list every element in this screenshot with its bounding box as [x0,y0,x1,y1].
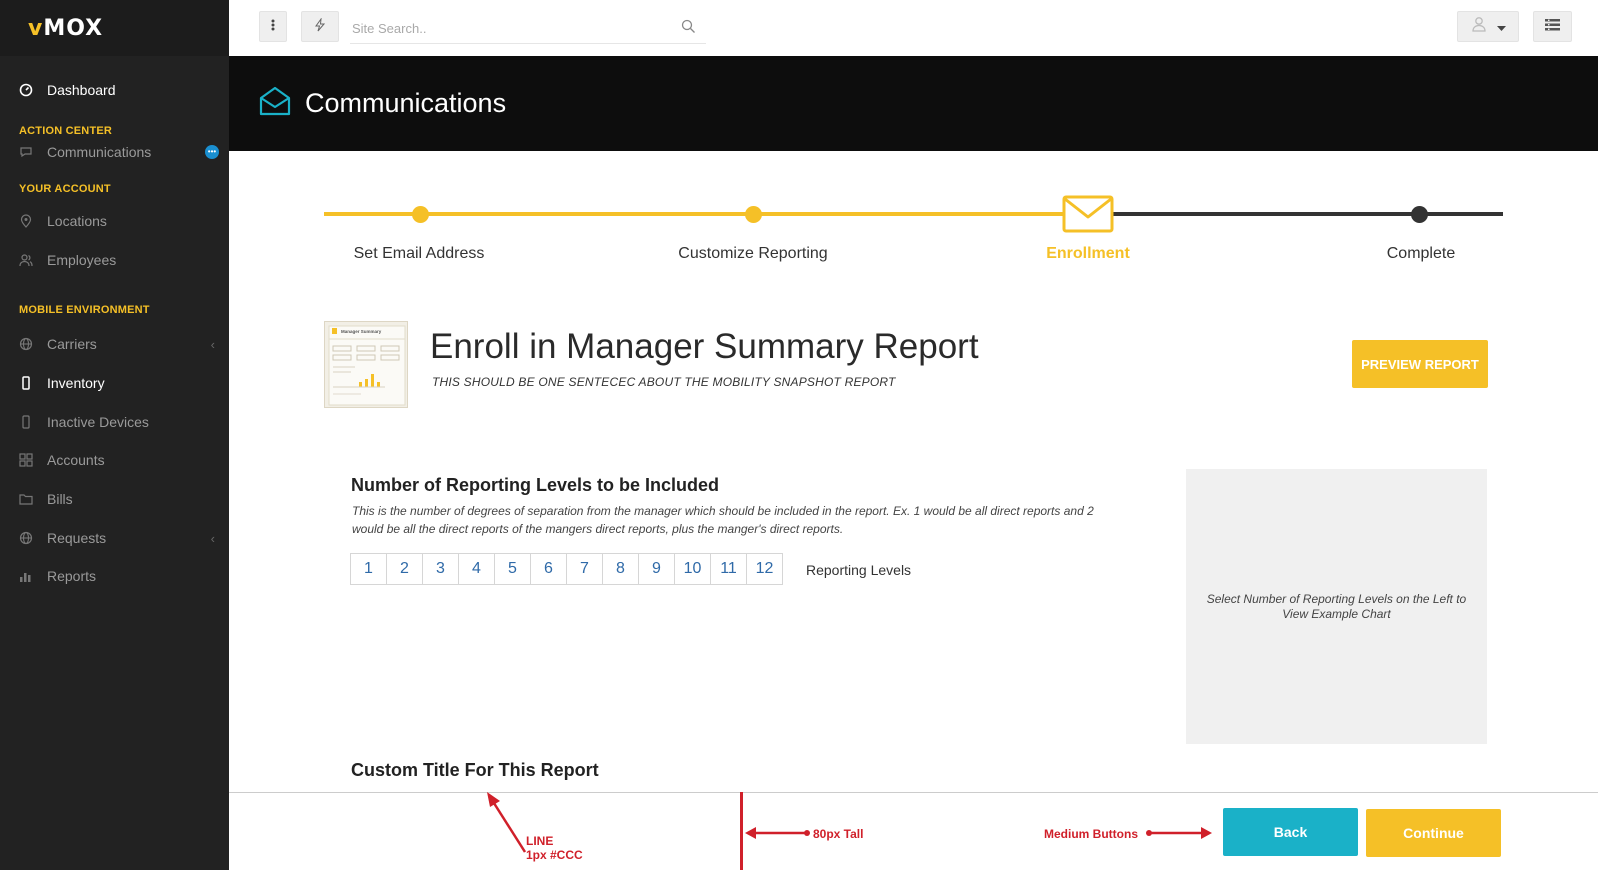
sidebar-item-inactive-devices[interactable]: Inactive Devices [0,410,229,434]
stepper-line-complete [324,212,1068,216]
sidebar-item-dashboard[interactable]: Dashboard [0,78,229,102]
report-thumbnail: Manager Summary [324,321,408,408]
panel-toggle-button[interactable] [1533,11,1572,42]
chevron-left-icon: ‹ [210,530,215,546]
top-bar [229,0,1598,56]
bar-chart-icon [19,569,33,583]
annotation-line-title: LINE [526,834,554,848]
step-label-enrollment[interactable]: Enrollment [988,245,1188,263]
sidebar-item-employees[interactable]: Employees [0,248,229,272]
sidebar-item-label: Locations [47,213,107,229]
folder-icon [19,492,33,506]
globe-icon [19,337,33,351]
report-title: Enroll in Manager Summary Report [430,327,979,366]
thumbnail-label: Manager Summary [341,329,382,334]
page-header: Communications [229,56,1598,151]
more-options-button[interactable] [259,11,287,42]
sidebar-item-label: Inactive Devices [47,414,149,430]
level-option-12[interactable]: 12 [746,553,783,585]
back-button[interactable]: Back [1223,808,1358,856]
step-dot-set-email[interactable] [412,206,429,223]
sidebar: vMOX Dashboard ACTION CENTER Communicati… [0,0,229,870]
level-option-3[interactable]: 3 [422,553,459,585]
map-pin-icon [19,214,33,228]
step-envelope-icon[interactable] [1062,195,1114,233]
custom-title-heading: Custom Title For This Report [351,760,599,780]
chat-bubble-icon [19,145,33,159]
level-option-4[interactable]: 4 [458,553,495,585]
quick-actions-button[interactable] [301,11,339,42]
lightning-bolt-icon [315,17,326,35]
section-label-action-center: ACTION CENTER [19,125,113,137]
sidebar-item-label: Carriers [47,336,97,352]
sidebar-item-label: Inventory [47,375,105,391]
globe-icon [19,531,33,545]
annotation-buttons-note: Medium Buttons [1044,827,1138,841]
search-input[interactable] [350,14,670,42]
step-label-customize[interactable]: Customize Reporting [653,245,853,263]
vertical-ellipsis-icon [271,19,275,34]
sidebar-item-label: Accounts [47,452,105,468]
grid-icon [19,453,33,467]
sidebar-item-label: Communications [47,144,152,160]
sidebar-item-requests[interactable]: Requests ‹ [0,526,229,550]
sidebar-item-label: Requests [47,530,107,546]
reporting-levels-selector: 1 2 3 4 5 6 7 8 9 10 11 12 [350,553,783,585]
sidebar-item-accounts[interactable]: Accounts [0,448,229,472]
user-menu-button[interactable] [1457,11,1519,42]
annotation-height-note: 80px Tall [813,827,864,841]
sidebar-item-label: Reports [47,568,97,584]
sidebar-item-carriers[interactable]: Carriers ‹ [0,332,229,356]
mobile-phone-icon [19,376,33,390]
preview-report-button[interactable]: PREVIEW REPORT [1352,340,1488,388]
sidebar-item-label: Employees [47,252,117,268]
level-option-2[interactable]: 2 [386,553,423,585]
continue-button[interactable]: Continue [1366,809,1501,857]
example-chart-hint: Select Number of Reporting Levels on the… [1206,591,1467,621]
sidebar-item-label: Dashboard [47,82,116,98]
reporting-levels-label: Reporting Levels [806,562,912,578]
sidebar-item-inventory[interactable]: Inventory [0,371,229,395]
caret-down-icon [1496,18,1506,36]
step-label-complete[interactable]: Complete [1321,245,1521,263]
level-option-11[interactable]: 11 [710,553,747,585]
users-icon [19,253,33,267]
level-option-1[interactable]: 1 [350,553,387,585]
sidebar-item-communications[interactable]: Communications ••• [0,140,229,164]
dashboard-gauge-icon [19,83,33,97]
level-option-10[interactable]: 10 [674,553,711,585]
search-icon[interactable] [681,19,696,39]
stepper-line-pending [1110,212,1503,216]
report-subtitle: THIS SHOULD BE ONE SENTECEC ABOUT THE MO… [432,375,896,389]
mobile-phone-inactive-icon [19,415,33,429]
sidebar-item-reports[interactable]: Reports [0,564,229,588]
level-option-6[interactable]: 6 [530,553,567,585]
user-avatar-icon [1471,16,1487,37]
step-dot-customize[interactable] [745,206,762,223]
search-bar [350,14,706,44]
section-label-mobile-environment: MOBILE ENVIRONMENT [19,304,150,316]
notification-badge: ••• [205,145,219,159]
sidebar-item-locations[interactable]: Locations [0,209,229,233]
step-label-set-email[interactable]: Set Email Address [319,245,519,263]
section-label-your-account: YOUR ACCOUNT [19,183,111,195]
app-logo[interactable]: vMOX [28,16,103,41]
example-chart-placeholder: Select Number of Reporting Levels on the… [1186,469,1487,744]
step-dot-complete[interactable] [1411,206,1428,223]
level-option-9[interactable]: 9 [638,553,675,585]
level-option-8[interactable]: 8 [602,553,639,585]
logo-bar: vMOX [0,0,229,56]
envelope-open-icon [259,85,291,122]
page-title: Communications [305,88,507,118]
sidebar-item-label: Bills [47,491,73,507]
levels-description: This is the number of degrees of separat… [352,504,1094,536]
annotation-line-spec: 1px #CCC [526,848,583,862]
chevron-left-icon: ‹ [210,336,215,352]
levels-heading: Number of Reporting Levels to be Include… [351,475,720,495]
sidebar-item-bills[interactable]: Bills [0,487,229,511]
level-option-7[interactable]: 7 [566,553,603,585]
level-option-5[interactable]: 5 [494,553,531,585]
list-menu-icon [1545,18,1560,36]
